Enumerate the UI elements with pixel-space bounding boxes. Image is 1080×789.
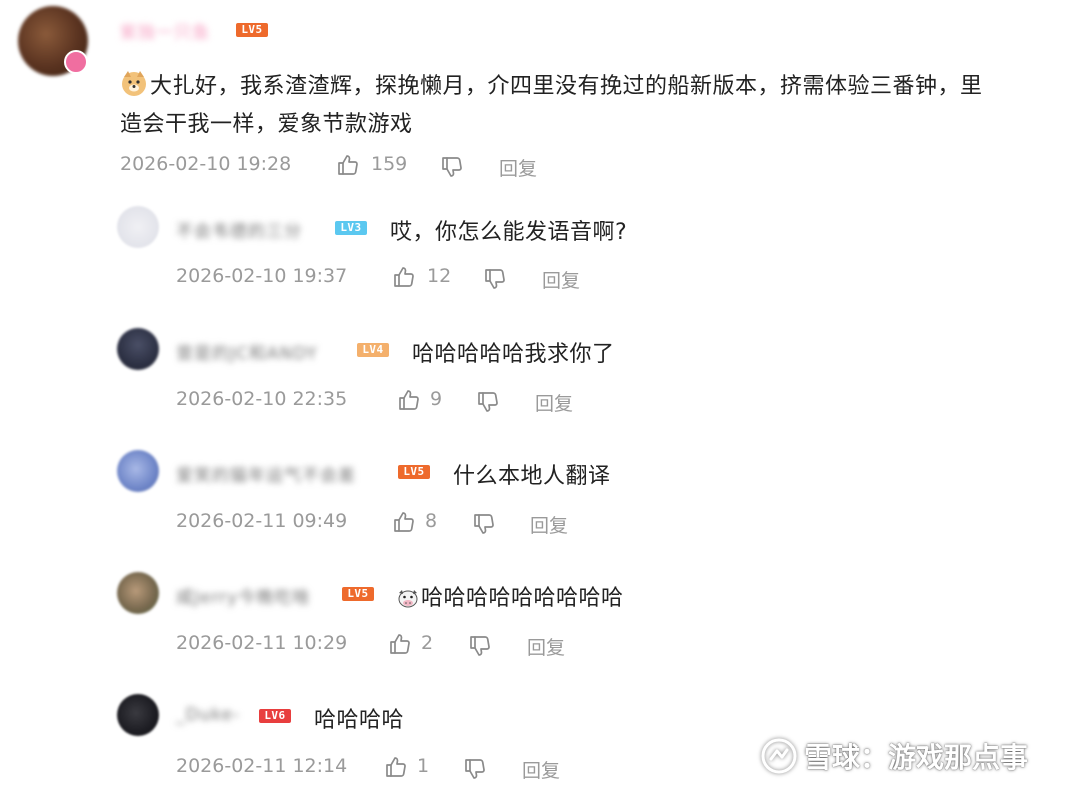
reply-button[interactable]: 回复 bbox=[530, 511, 568, 538]
like-count: 159 bbox=[371, 153, 408, 175]
timestamp: 2026-02-11 10:29 bbox=[176, 632, 348, 654]
avatar[interactable] bbox=[117, 450, 159, 492]
timestamp: 2026-02-10 19:28 bbox=[120, 153, 292, 175]
reply-button[interactable]: 回复 bbox=[542, 266, 580, 293]
timestamp: 2026-02-10 19:37 bbox=[176, 265, 348, 287]
thumbs-up-icon[interactable] bbox=[336, 153, 360, 177]
avatar[interactable] bbox=[117, 328, 159, 370]
thumbs-down-icon[interactable] bbox=[472, 512, 496, 536]
level-badge: LV4 bbox=[357, 343, 389, 357]
level-badge: LV3 bbox=[335, 221, 367, 235]
username[interactable]: 紫独一只鱼 bbox=[120, 18, 210, 43]
username[interactable]: 不会韦德的三分 bbox=[176, 217, 302, 242]
reply-text: 哎，你怎么能发语音啊? bbox=[390, 220, 628, 245]
level-badge: LV5 bbox=[398, 465, 430, 479]
thumbs-up-icon[interactable] bbox=[384, 755, 408, 779]
avatar-badge bbox=[64, 50, 88, 74]
level-badge: LV5 bbox=[236, 23, 268, 37]
thumbs-down-icon[interactable] bbox=[463, 757, 487, 781]
reply-text: 哈哈哈哈 bbox=[314, 708, 405, 733]
avatar[interactable] bbox=[117, 694, 159, 736]
watermark-text: 雪球：游戏那点事 bbox=[804, 741, 1029, 774]
thumbs-down-icon[interactable] bbox=[483, 267, 507, 291]
timestamp: 2026-02-11 12:14 bbox=[176, 755, 348, 777]
cow-emoji-icon bbox=[397, 587, 419, 615]
reply-text: 哈哈哈哈哈我求你了 bbox=[412, 342, 615, 367]
reply-button[interactable]: 回复 bbox=[522, 756, 560, 783]
avatar[interactable] bbox=[117, 206, 159, 248]
doge-emoji-icon bbox=[120, 69, 148, 103]
timestamp: 2026-02-11 09:49 bbox=[176, 510, 348, 532]
thumbs-down-icon[interactable] bbox=[440, 155, 464, 179]
like-count: 12 bbox=[427, 265, 452, 287]
comment-text-line2: 造会干我一样，爱象节款游戏 bbox=[120, 112, 413, 137]
username[interactable]: 曾是的JC和ANDY bbox=[176, 339, 318, 364]
username[interactable]: 咸Jerry今晚吃啥 bbox=[176, 583, 310, 608]
comment-text-line1: 大扎好，我系渣渣辉，探挽懒月，介四里没有挽过的船新版本，挤需体验三番钟，里 bbox=[150, 74, 983, 99]
thumbs-down-icon[interactable] bbox=[468, 634, 492, 658]
reply-text: 哈哈哈哈哈哈哈哈哈 bbox=[397, 580, 624, 615]
thumbs-up-icon[interactable] bbox=[388, 632, 412, 656]
reply-text-content: 哈哈哈哈哈哈哈哈哈 bbox=[421, 586, 624, 611]
comment-text: 大扎好，我系渣渣辉，探挽懒月，介四里没有挽过的船新版本，挤需体验三番钟，里 bbox=[120, 68, 983, 103]
like-count: 2 bbox=[421, 632, 434, 654]
thumbs-down-icon[interactable] bbox=[476, 390, 500, 414]
reply-text: 什么本地人翻译 bbox=[453, 464, 611, 489]
thumbs-up-icon[interactable] bbox=[392, 265, 416, 289]
thumbs-up-icon[interactable] bbox=[397, 388, 421, 412]
reply-button[interactable]: 回复 bbox=[499, 154, 537, 181]
reply-button[interactable]: 回复 bbox=[527, 633, 565, 660]
xueqiu-logo-icon bbox=[760, 737, 798, 775]
watermark: 雪球：游戏那点事 bbox=[760, 734, 1028, 778]
like-count: 1 bbox=[417, 755, 430, 777]
thumbs-up-icon[interactable] bbox=[392, 510, 416, 534]
username[interactable]: _Duke- bbox=[176, 705, 240, 725]
username[interactable]: 爱笑的猫年运气不会差 bbox=[176, 461, 356, 486]
like-count: 8 bbox=[425, 510, 438, 532]
timestamp: 2026-02-10 22:35 bbox=[176, 388, 348, 410]
like-count: 9 bbox=[430, 388, 443, 410]
level-badge: LV5 bbox=[342, 587, 374, 601]
avatar[interactable] bbox=[117, 572, 159, 614]
reply-button[interactable]: 回复 bbox=[535, 389, 573, 416]
level-badge: LV6 bbox=[259, 709, 291, 723]
